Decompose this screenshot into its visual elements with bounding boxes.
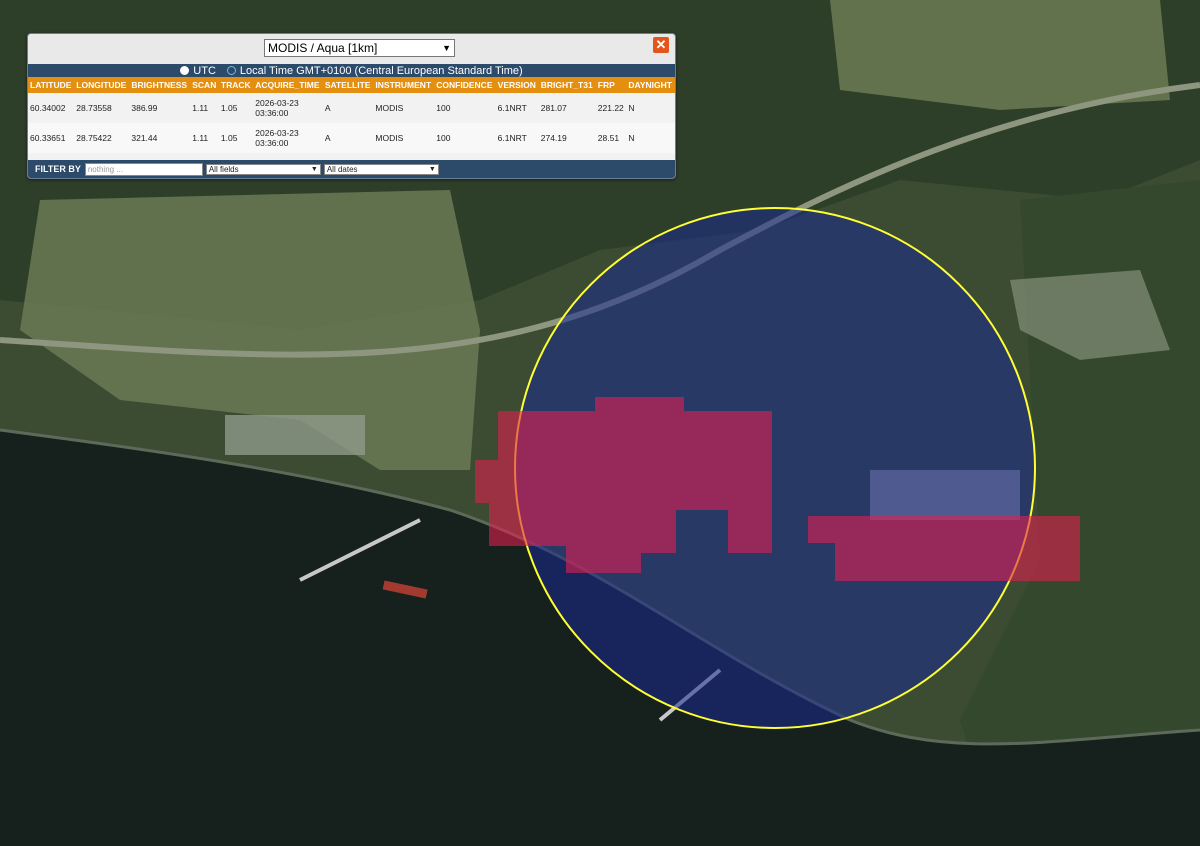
cell-satellite: A — [322, 123, 374, 153]
cell-satellite: A — [322, 93, 374, 123]
table-header-row: LATITUDE LONGITUDE BRIGHTNESS SCAN TRACK… — [28, 77, 675, 93]
cell-brightness: 386.99 — [129, 93, 191, 123]
cell-instrument: MODIS — [373, 123, 435, 153]
cell-track: 1.05 — [218, 123, 254, 153]
col-version[interactable]: VERSION — [495, 77, 539, 93]
filter-bar: FILTER BY nothing ... All fields ▼ All d… — [28, 160, 675, 178]
cell-longitude: 28.75422 — [74, 123, 130, 153]
cell-frp: 221.22 — [595, 93, 627, 123]
dates-select-value: All dates — [326, 164, 358, 174]
cell-instrument: MODIS — [373, 93, 435, 123]
panel-header: MODIS / Aqua [1km] ▼ ✕ — [28, 34, 675, 64]
col-frp[interactable]: FRP — [595, 77, 627, 93]
cell-confidence: 100 — [434, 123, 496, 153]
col-latitude[interactable]: LATITUDE — [28, 77, 75, 93]
cell-latitude: 60.33651 — [28, 123, 75, 153]
col-bright-t31[interactable]: BRIGHT_T31 — [538, 77, 596, 93]
terminal-west — [225, 415, 365, 455]
cell-date: 2026-03-23 — [255, 98, 299, 108]
col-acquire-time[interactable]: ACQUIRE_TIME — [253, 77, 323, 93]
cell-version: 6.1NRT — [495, 93, 539, 123]
layer-select[interactable]: MODIS / Aqua [1km] ▼ — [264, 39, 455, 57]
cell-daynight: N — [626, 93, 675, 123]
cell-daynight: N — [626, 123, 675, 153]
col-daynight[interactable]: DAYNIGHT — [626, 77, 675, 93]
col-brightness[interactable]: BRIGHTNESS — [129, 77, 191, 93]
chevron-down-icon: ▼ — [428, 165, 436, 173]
fire-data-table: LATITUDE LONGITUDE BRIGHTNESS SCAN TRACK… — [28, 77, 675, 153]
cell-acquire-time: 2026-03-23 03:36:00 — [253, 123, 323, 153]
table-row[interactable]: 60.34002 28.73558 386.99 1.11 1.05 2026-… — [28, 93, 675, 123]
col-instrument[interactable]: INSTRUMENT — [373, 77, 435, 93]
filter-input[interactable]: nothing ... — [84, 162, 203, 176]
cell-track: 1.05 — [218, 93, 254, 123]
cell-longitude: 28.73558 — [74, 93, 130, 123]
time-zone-selector: UTC Local Time GMT+0100 (Central Europea… — [28, 64, 675, 77]
cell-scan: 1.11 — [190, 93, 219, 123]
hotspot-area-2[interactable] — [808, 516, 1080, 581]
cell-confidence: 100 — [434, 93, 496, 123]
layer-select-value: MODIS / Aqua [1km] — [268, 41, 378, 55]
fields-select[interactable]: All fields ▼ — [205, 163, 321, 175]
field-area-2 — [830, 0, 1170, 110]
chevron-down-icon: ▼ — [442, 43, 451, 53]
table-row[interactable]: 60.33651 28.75422 321.44 1.11 1.05 2026-… — [28, 123, 675, 153]
col-longitude[interactable]: LONGITUDE — [74, 77, 130, 93]
cell-version: 6.1NRT — [495, 123, 539, 153]
local-time-label: Local Time GMT+0100 (Central European St… — [239, 64, 523, 77]
chevron-down-icon: ▼ — [310, 165, 318, 173]
cell-time: 03:36:00 — [255, 108, 289, 118]
col-track[interactable]: TRACK — [218, 77, 254, 93]
cell-bright-t31: 281.07 — [538, 93, 596, 123]
cell-time: 03:36:00 — [255, 138, 289, 148]
filter-label: FILTER BY — [35, 164, 81, 174]
fire-info-panel: MODIS / Aqua [1km] ▼ ✕ UTC Local Time GM… — [27, 33, 676, 179]
cell-date: 2026-03-23 — [255, 128, 299, 138]
fields-select-value: All fields — [208, 164, 239, 174]
cell-frp: 28.51 — [595, 123, 627, 153]
close-icon[interactable]: ✕ — [653, 37, 669, 53]
cell-brightness: 321.44 — [129, 123, 191, 153]
col-scan[interactable]: SCAN — [190, 77, 219, 93]
local-time-radio[interactable] — [226, 66, 236, 75]
cell-latitude: 60.34002 — [28, 93, 75, 123]
col-satellite[interactable]: SATELLITE — [322, 77, 374, 93]
cell-acquire-time: 2026-03-23 03:36:00 — [253, 93, 323, 123]
dates-select[interactable]: All dates ▼ — [323, 163, 439, 175]
col-confidence[interactable]: CONFIDENCE — [434, 77, 496, 93]
utc-radio[interactable] — [180, 66, 190, 75]
cell-scan: 1.11 — [190, 123, 219, 153]
utc-label: UTC — [193, 64, 216, 77]
cell-bright-t31: 274.19 — [538, 123, 596, 153]
